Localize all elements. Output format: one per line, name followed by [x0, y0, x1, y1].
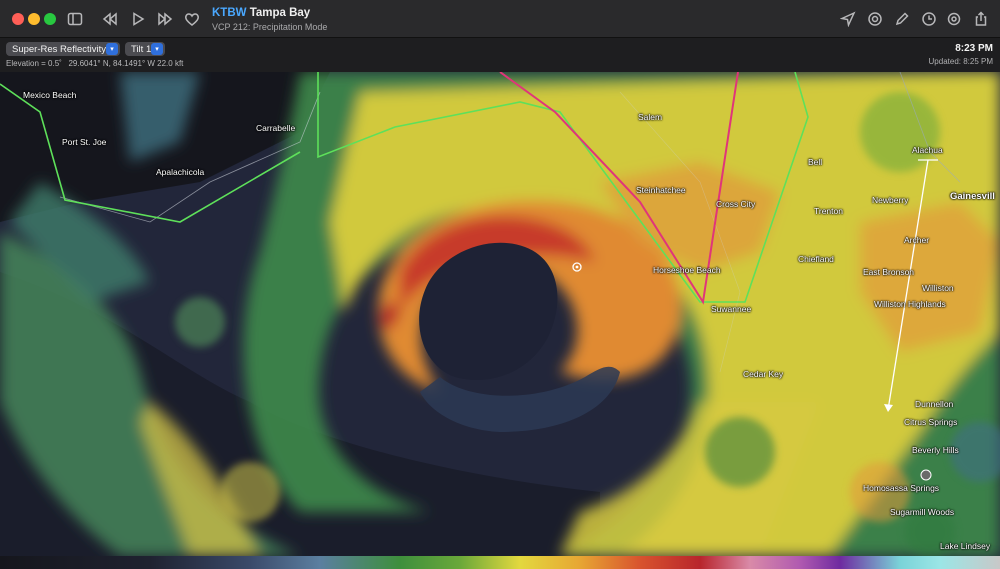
city-label: Cedar Key	[743, 369, 784, 379]
city-label: Salem	[638, 112, 663, 122]
city-label: Carrabelle	[256, 123, 296, 133]
elevation-info: Elevation = 0.5˚ 29.6041° N, 84.1491° W …	[6, 59, 183, 68]
radar-site-marker	[920, 469, 932, 481]
city-label: Apalachicola	[156, 167, 205, 177]
city-label: Suwannee	[711, 304, 752, 314]
pencil-icon[interactable]	[892, 9, 912, 29]
city-label: Archer	[904, 235, 930, 245]
clock-icon[interactable]	[919, 9, 939, 29]
city-label: Beverly Hills	[912, 445, 959, 455]
city-label: Williston Highlands	[874, 299, 946, 309]
target-icon[interactable]	[865, 9, 885, 29]
share-icon[interactable]	[971, 9, 991, 29]
city-label: Port St. Joe	[62, 137, 107, 147]
city-label: Chiefland	[798, 254, 834, 264]
minimize-window-button[interactable]	[28, 13, 40, 25]
city-label: Newberry	[872, 195, 909, 205]
scan-time: 8:23 PM	[955, 43, 993, 54]
station-name: Tampa Bay	[249, 7, 311, 19]
reflectivity-color-scale	[0, 556, 1000, 569]
tilt-select[interactable]: Tilt 1 ▾	[125, 42, 165, 56]
updated-time: Updated: 8:25 PM	[928, 57, 993, 66]
city-label: East Bronson	[863, 267, 915, 277]
chevron-down-icon: ▾	[151, 43, 163, 55]
radar-map[interactable]: Mexico Beach Port St. Joe Carrabelle Apa…	[0, 72, 1000, 556]
play-icon[interactable]	[128, 9, 148, 29]
city-label: Williston	[922, 283, 954, 293]
station-code: KTBW	[212, 7, 247, 19]
city-label: Horseshoe Beach	[653, 265, 721, 275]
fast-forward-icon[interactable]	[155, 9, 175, 29]
close-window-button[interactable]	[12, 13, 24, 25]
controls-bar: Super-Res Reflectivity ▾ Tilt 1 ▾ Elevat…	[0, 38, 1000, 72]
chevron-down-icon: ▾	[106, 43, 118, 55]
window-title: KTBW Tampa Bay VCP 212: Precipitation Mo…	[212, 7, 327, 33]
city-label: Mexico Beach	[23, 90, 77, 100]
sidebar-icon[interactable]	[65, 9, 85, 29]
rewind-icon[interactable]	[100, 9, 120, 29]
city-label: Bell	[808, 157, 823, 167]
city-label: Citrus Springs	[904, 417, 958, 427]
title-bar: KTBW Tampa Bay VCP 212: Precipitation Mo…	[0, 0, 1000, 38]
city-label: Dunnellon	[915, 399, 954, 409]
product-select[interactable]: Super-Res Reflectivity ▾	[6, 42, 120, 56]
scan-mode: VCP 212: Precipitation Mode	[212, 22, 328, 32]
city-label: Lake Lindsey	[940, 541, 991, 551]
heart-icon[interactable]	[182, 9, 202, 29]
gear-icon[interactable]	[944, 9, 964, 29]
location-icon[interactable]	[838, 9, 858, 29]
city-label: Homosassa Springs	[863, 483, 940, 493]
city-label: Gainesvill	[950, 191, 995, 202]
elevation-text: Elevation = 0.5˚	[6, 59, 62, 68]
city-label: Sugarmill Woods	[890, 507, 955, 517]
city-label: Cross City	[716, 199, 756, 209]
city-label: Steinhatchee	[636, 185, 686, 195]
radar-image	[0, 72, 1000, 556]
city-label: Alachua	[912, 145, 943, 155]
maximize-window-button[interactable]	[44, 13, 56, 25]
tilt-select-label: Tilt 1	[131, 43, 152, 55]
city-label: Trenton	[814, 206, 843, 216]
product-select-label: Super-Res Reflectivity	[12, 43, 106, 55]
cursor-coords: 29.6041° N, 84.1491° W 22.0 kft	[68, 59, 184, 68]
